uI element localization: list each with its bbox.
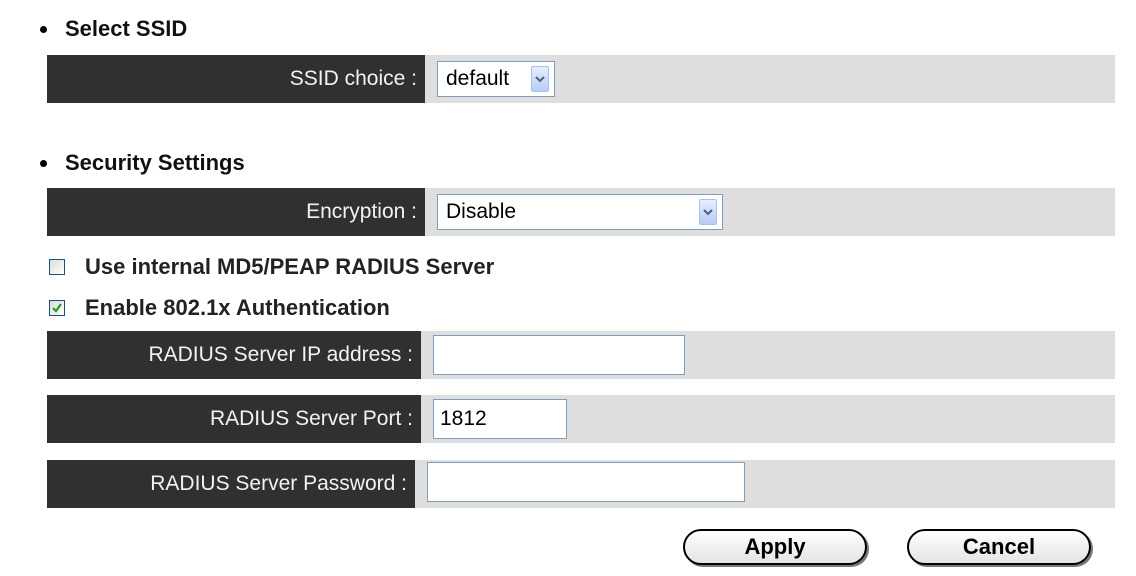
radius-ip-label: RADIUS Server IP address : xyxy=(47,331,421,379)
radius-password-input[interactable] xyxy=(427,462,745,502)
radius-port-row: RADIUS Server Port : xyxy=(47,395,1115,443)
radius-port-label: RADIUS Server Port : xyxy=(47,395,421,443)
section-heading-security-settings: Security Settings xyxy=(36,148,245,178)
section-title: Security Settings xyxy=(65,150,245,175)
cancel-button[interactable]: Cancel xyxy=(907,529,1091,565)
radius-port-input[interactable] xyxy=(433,399,567,439)
apply-button[interactable]: Apply xyxy=(683,529,867,565)
internal-radius-option: Use internal MD5/PEAP RADIUS Server xyxy=(49,252,494,282)
section-title: Select SSID xyxy=(65,16,188,41)
ssid-choice-select[interactable]: default xyxy=(437,61,555,97)
bullet-icon xyxy=(40,159,47,167)
radius-password-label: RADIUS Server Password : xyxy=(47,460,415,508)
auth-8021x-checkbox[interactable] xyxy=(49,300,65,316)
radius-ip-row: RADIUS Server IP address : xyxy=(47,331,1115,379)
encryption-row: Encryption : Disable xyxy=(47,188,1115,236)
ssid-choice-row: SSID choice : default xyxy=(47,55,1115,103)
internal-radius-label: Use internal MD5/PEAP RADIUS Server xyxy=(85,254,495,279)
chevron-down-icon[interactable] xyxy=(699,199,717,225)
encryption-value: Disable xyxy=(446,200,517,223)
check-icon xyxy=(52,303,62,313)
section-heading-select-ssid: Select SSID xyxy=(36,14,187,44)
ssid-choice-label: SSID choice : xyxy=(47,55,425,103)
chevron-down-icon[interactable] xyxy=(531,66,549,92)
encryption-select[interactable]: Disable xyxy=(437,194,723,230)
radius-ip-input[interactable] xyxy=(433,335,685,375)
ssid-choice-value: default xyxy=(446,67,510,90)
encryption-label: Encryption : xyxy=(47,188,425,236)
internal-radius-checkbox[interactable] xyxy=(49,259,65,275)
auth-8021x-option: Enable 802.1x Authentication xyxy=(49,293,390,323)
auth-8021x-label: Enable 802.1x Authentication xyxy=(85,295,390,320)
radius-password-row: RADIUS Server Password : xyxy=(47,460,1115,508)
bullet-icon xyxy=(40,25,47,33)
